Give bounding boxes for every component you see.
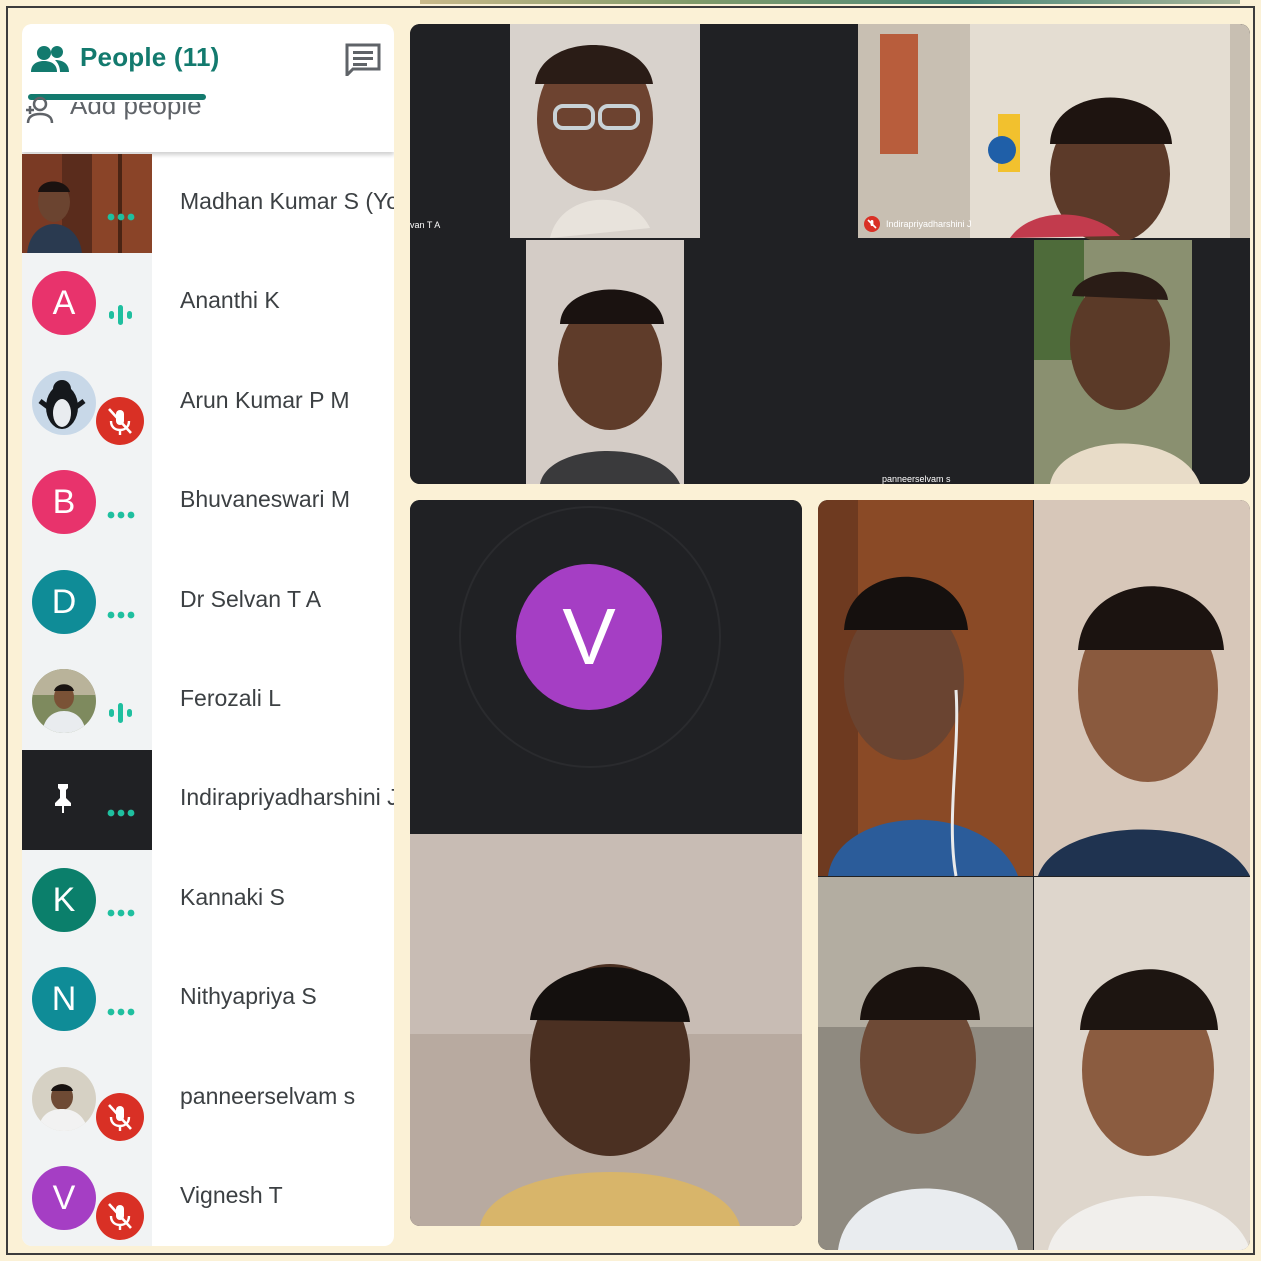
video-grid-middle[interactable]: V bbox=[410, 500, 802, 1226]
participant-name: Ferozali L bbox=[180, 684, 281, 711]
participant-row[interactable]: N Nithyapriya S bbox=[22, 949, 394, 1049]
participant-row[interactable]: K Kannaki S bbox=[22, 849, 394, 950]
participant-name: Arun Kumar P M bbox=[180, 386, 350, 413]
participant-name: Kannaki S bbox=[180, 883, 285, 910]
participant-row[interactable]: Ferozali L bbox=[22, 650, 394, 751]
speaking-dots-icon bbox=[107, 809, 135, 817]
participant-list: Madhan Kumar S (You) A Ananthi K bbox=[22, 154, 394, 1246]
avatar: A bbox=[32, 271, 96, 336]
avatar: D bbox=[32, 569, 96, 634]
video-tile-label: Indirapriyadharshini J bbox=[886, 219, 972, 229]
participant-row[interactable]: D Dr Selvan T A bbox=[22, 551, 394, 651]
participant-name: Vignesh T bbox=[180, 1181, 283, 1208]
participant-row[interactable]: panneerselvam s bbox=[22, 1048, 394, 1148]
participant-row[interactable]: A Ananthi K bbox=[22, 253, 394, 353]
participant-name: panneerselvam s bbox=[180, 1082, 356, 1109]
top-decorative-strip bbox=[420, 0, 1240, 4]
speaking-dots-icon bbox=[107, 909, 135, 917]
speaking-dots-icon bbox=[107, 1008, 135, 1016]
avatar: K bbox=[32, 867, 96, 932]
people-panel: People (11) Add people Madhan Kumar S (Y… bbox=[22, 24, 394, 1246]
speaking-wave-icon bbox=[109, 702, 132, 723]
participant-name: Bhuvaneswari M bbox=[180, 486, 351, 513]
video-tile-label: panneerselvam s bbox=[882, 474, 951, 484]
people-title[interactable]: People (11) bbox=[80, 42, 219, 73]
participant-row[interactable]: Indirapriyadharshini J bbox=[22, 750, 394, 850]
participant-name: Dr Selvan T A bbox=[180, 585, 322, 612]
mic-off-icon bbox=[96, 1092, 144, 1141]
mic-off-icon bbox=[96, 1191, 144, 1240]
speaking-dots-icon bbox=[107, 611, 135, 618]
video-tile-label: van T A bbox=[410, 220, 441, 230]
participant-name: Ananthi K bbox=[180, 287, 280, 314]
chat-icon[interactable] bbox=[344, 42, 382, 76]
speaking-wave-icon bbox=[109, 305, 132, 326]
avatar: V bbox=[516, 564, 662, 710]
video-grid-top[interactable]: van T A Indirapriyadharshini J panneerse… bbox=[410, 24, 1250, 484]
avatar bbox=[32, 668, 96, 733]
participant-photo bbox=[22, 154, 152, 254]
video-feeds bbox=[410, 24, 1250, 484]
avatar: V bbox=[32, 1165, 96, 1230]
speaking-dots-icon bbox=[107, 213, 135, 221]
speaking-dots-icon bbox=[107, 511, 135, 519]
participant-row[interactable]: Madhan Kumar S (You) bbox=[22, 154, 394, 254]
participant-row[interactable]: B Bhuvaneswari M bbox=[22, 452, 394, 552]
pin-icon[interactable] bbox=[50, 782, 76, 814]
participant-row[interactable]: V Vignesh T bbox=[22, 1147, 394, 1246]
add-person-icon bbox=[26, 96, 54, 124]
participant-name: Nithyapriya S bbox=[180, 983, 317, 1010]
video-feeds bbox=[818, 500, 1250, 1250]
avatar bbox=[32, 1066, 96, 1131]
people-icon bbox=[31, 46, 69, 72]
participant-row[interactable]: Arun Kumar P M bbox=[22, 352, 394, 453]
mic-off-icon bbox=[864, 216, 880, 232]
avatar bbox=[32, 370, 96, 435]
mic-off-icon bbox=[96, 396, 144, 445]
video-grid-right[interactable] bbox=[818, 500, 1250, 1250]
avatar: N bbox=[32, 967, 96, 1032]
people-panel-header: People (11) Add people bbox=[22, 24, 394, 152]
avatar: B bbox=[32, 470, 96, 535]
participant-name: Indirapriyadharshini J bbox=[180, 784, 394, 811]
participant-name: Madhan Kumar S (You) bbox=[180, 188, 394, 214]
